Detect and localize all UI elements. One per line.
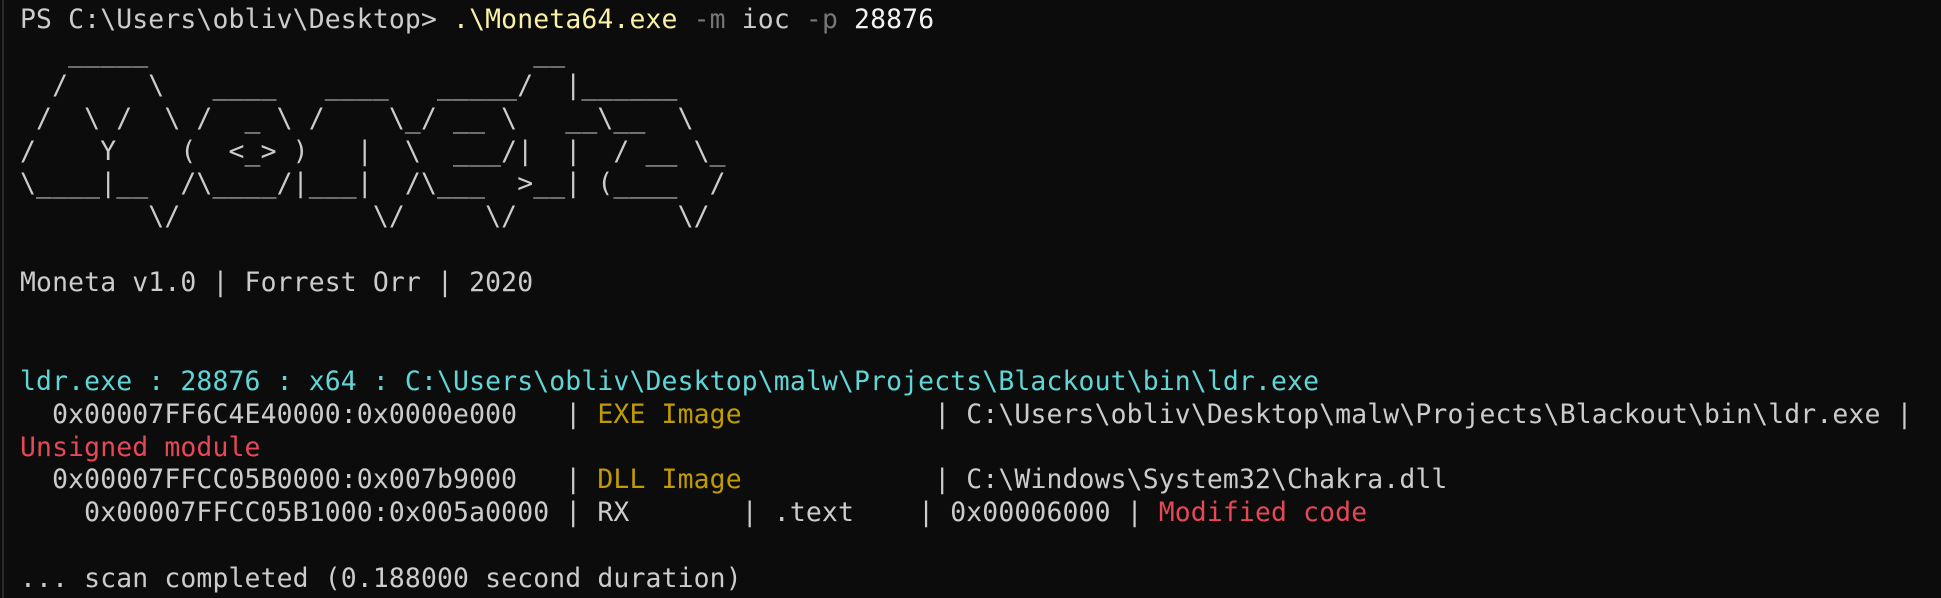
banner-art-line-segment: \____|__ /\____/|___| /\___ >__| (____ / [20, 168, 726, 200]
region-row-dll: 0x00007FFCC05B0000:0x007b9000 | DLL Imag… [20, 464, 1913, 497]
command-line-segment: -p [789, 4, 838, 35]
pane-border [2, 0, 4, 598]
banner-art-line: / Y ( <_> ) | \ ___/| | / __ \_ [20, 136, 1913, 169]
banner-art-line: _____ __ [20, 37, 1913, 70]
command-line-segment: -m [677, 4, 726, 35]
region-row-exe-segment: 0x00007FF6C4E40000:0x0000e000 | [20, 398, 598, 430]
region-row-dll-segment: 0x00007FFCC05B0000:0x007b9000 | [20, 464, 598, 496]
region-row-dll-segment: | C:\Windows\System32\Chakra.dll [741, 464, 1448, 496]
terminal-output: PS C:\Users\obliv\Desktop> .\Moneta64.ex… [20, 4, 1913, 596]
subregion-row-segment: 0x00007FFCC05B1000:0x005a0000 | RX | .te… [20, 497, 1159, 529]
scan-complete-line-segment: ... scan completed (0.188000 second dura… [20, 563, 742, 595]
banner-art-line: \____|__ /\____/|___| /\___ >__| (____ / [20, 168, 1913, 201]
command-line-segment: 28876 [838, 4, 935, 35]
process-header: ldr.exe : 28876 : x64 : C:\Users\obliv\D… [20, 366, 1913, 399]
command-line-segment: PS C:\Users\obliv\Desktop> [20, 4, 454, 35]
version-line-segment: Moneta v1.0 | Forrest Orr | 2020 [20, 267, 534, 299]
version-line: Moneta v1.0 | Forrest Orr | 2020 [20, 267, 1913, 300]
subregion-row-segment: Modified code [1158, 497, 1368, 529]
command-line: PS C:\Users\obliv\Desktop> .\Moneta64.ex… [20, 4, 1913, 37]
region-row-exe-segment: EXE Image [597, 398, 742, 430]
banner-art-line: \/ \/ \/ \/ [20, 201, 1913, 234]
scan-complete-line: ... scan completed (0.188000 second dura… [20, 563, 1913, 596]
banner-art-line-segment: / \ / \ / _ \ / \_/ __ \ __\__ \ [20, 102, 694, 134]
terminal-window[interactable]: PS C:\Users\obliv\Desktop> .\Moneta64.ex… [0, 0, 1941, 598]
banner-art-line-segment: / Y ( <_> ) | \ ___/| | / __ \_ [20, 135, 726, 167]
banner-art-line-segment: \/ \/ \/ \/ [20, 201, 710, 233]
command-line-segment: .\Moneta64.exe [453, 4, 678, 35]
region-row-exe-segment: | C:\Users\obliv\Desktop\malw\Projects\B… [741, 398, 1913, 430]
process-header-segment: ldr.exe : 28876 : x64 : C:\Users\obliv\D… [20, 365, 1320, 397]
banner-art-line-segment: / \ ____ ____ _____/ |______ [20, 69, 678, 101]
banner-art-line: / \ ____ ____ _____/ |______ [20, 70, 1913, 103]
command-line-segment: ioc [725, 4, 790, 35]
ioc-unsigned: Unsigned module [20, 432, 1913, 465]
region-row-dll-segment: DLL Image [597, 464, 742, 496]
banner-art-line-segment: _____ __ [20, 36, 566, 68]
region-row-exe: 0x00007FF6C4E40000:0x0000e000 | EXE Imag… [20, 399, 1913, 432]
subregion-row: 0x00007FFCC05B1000:0x005a0000 | RX | .te… [20, 497, 1913, 530]
ioc-unsigned-segment: Unsigned module [20, 431, 261, 463]
banner-art-line: / \ / \ / _ \ / \_/ __ \ __\__ \ [20, 103, 1913, 136]
